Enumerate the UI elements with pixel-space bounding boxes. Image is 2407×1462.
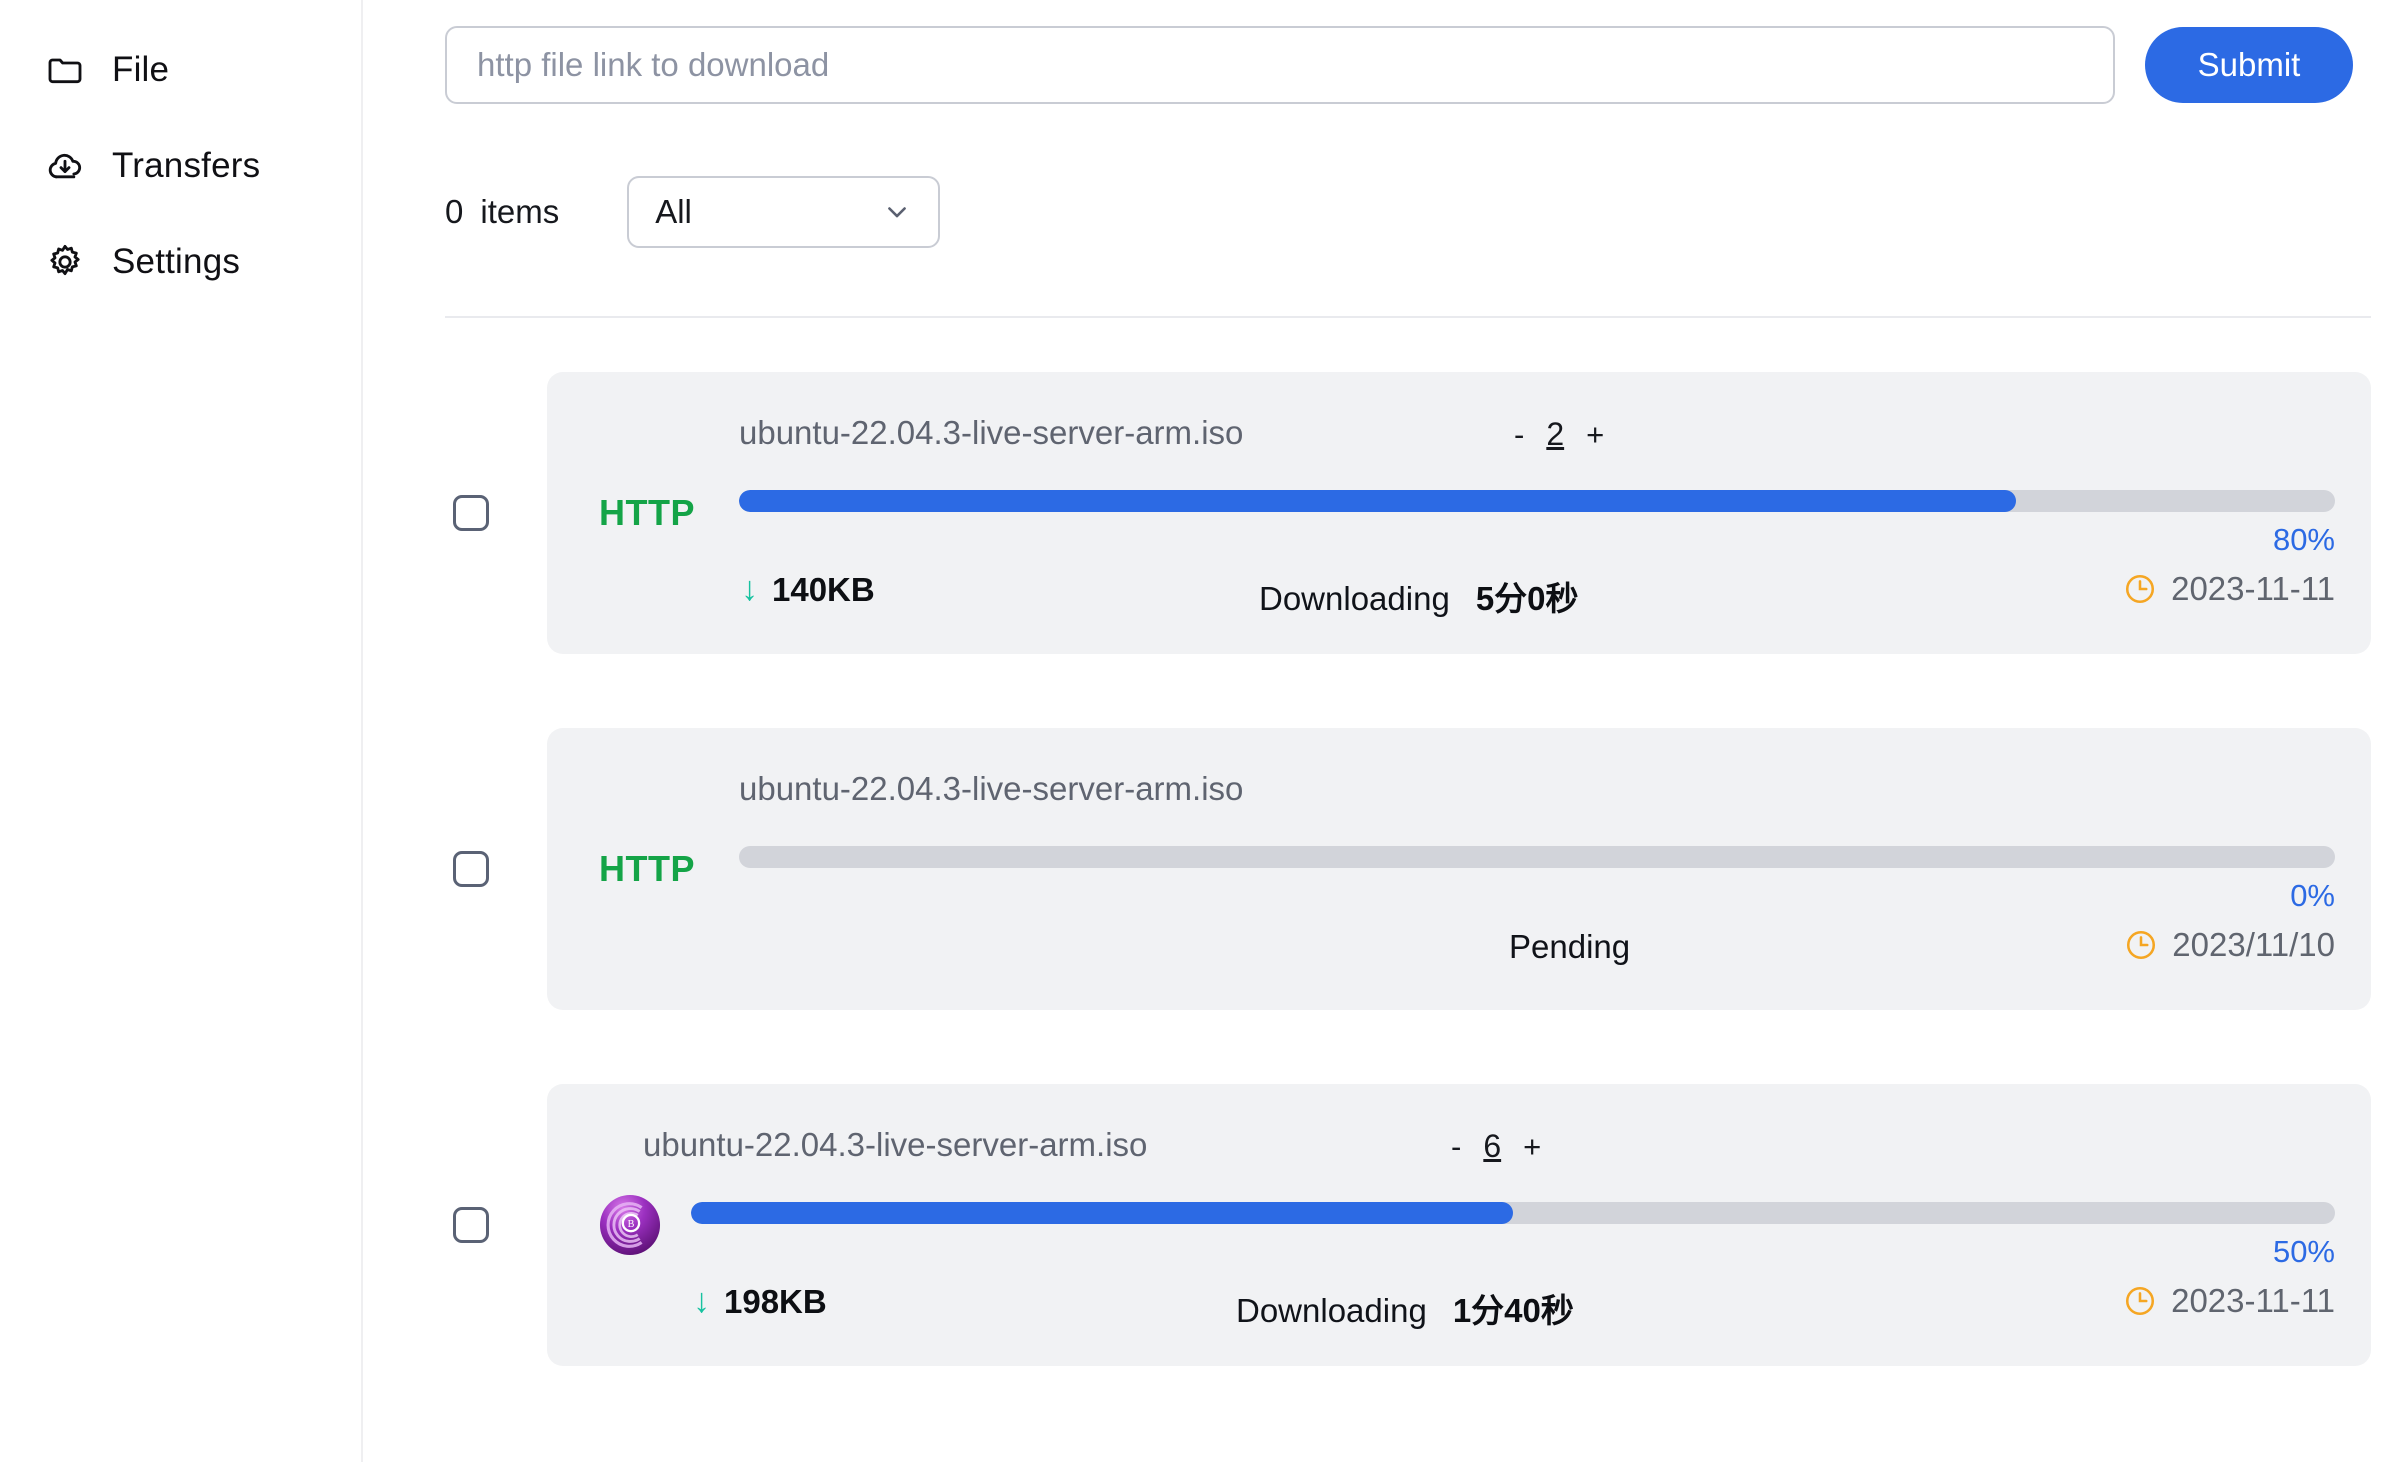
download-date: 2023-11-11 (2123, 1282, 2335, 1320)
download-speed: ↓ 140KB (741, 570, 875, 609)
clock-icon (2124, 928, 2158, 962)
download-arrow-icon: ↓ (693, 1282, 710, 1320)
date-text: 2023/11/10 (2172, 926, 2335, 963)
app-window: File Transfers Settings http file link t… (0, 0, 2407, 1462)
clock-icon (2123, 1284, 2157, 1318)
status-text: Downloading (1259, 580, 1450, 617)
file-name: ubuntu-22.04.3-live-server-arm.iso (739, 770, 1244, 807)
stepper-value[interactable]: 6 (1483, 1128, 1501, 1165)
gear-icon (44, 241, 86, 283)
progress-track[interactable] (691, 1202, 2335, 1224)
url-input[interactable] (445, 26, 2115, 104)
download-speed-value: 198KB (724, 1282, 827, 1320)
progress-area: 0% (739, 846, 2335, 913)
main-content: Submit 0 items All (363, 0, 2407, 1462)
download-body: ubuntu-22.04.3-live-server-arm.iso - 6 + (643, 1084, 2347, 1366)
connection-stepper: - 2 + (1514, 416, 1604, 453)
download-body: ubuntu-22.04.3-live-server-arm.iso 0% Pe… (739, 728, 2347, 1010)
download-date: 2023/11/10 (2124, 926, 2335, 964)
svg-text:B: B (628, 1219, 635, 1230)
select-checkbox[interactable] (453, 1207, 489, 1243)
status-text: Downloading (1236, 1292, 1427, 1329)
sidebar-item-file-label: File (112, 50, 170, 89)
download-card[interactable]: B ubuntu-22.04.3-live-server-arm.iso - 6… (547, 1084, 2371, 1366)
status-eta: 1分40秒 (1452, 1292, 1574, 1329)
download-card[interactable]: HTTP ubuntu-22.04.3-live-server-arm.iso … (547, 372, 2371, 654)
protocol-badge: HTTP (599, 848, 739, 890)
section-divider (445, 316, 2371, 318)
cloud-download-icon (44, 145, 86, 187)
download-header: ubuntu-22.04.3-live-server-arm.iso - 2 + (739, 414, 2347, 458)
status-eta: 5分0秒 (1475, 580, 1579, 617)
http-label: HTTP (599, 848, 695, 889)
connection-stepper: - 6 + (1451, 1128, 1541, 1165)
download-item: HTTP ubuntu-22.04.3-live-server-arm.iso … (445, 372, 2407, 654)
progress-track[interactable] (739, 490, 2335, 512)
file-name: ubuntu-22.04.3-live-server-arm.iso (739, 414, 1244, 451)
download-header: ubuntu-22.04.3-live-server-arm.iso - 6 + (643, 1126, 2347, 1170)
clock-icon (2123, 572, 2157, 606)
download-footer: ↓ 140KB Downloading 5分0秒 2023-11-11 (739, 570, 2335, 618)
status-text: Pending (1509, 928, 1631, 965)
chevron-down-icon (882, 197, 912, 227)
download-item: B ubuntu-22.04.3-live-server-arm.iso - 6… (445, 1084, 2407, 1366)
download-list: HTTP ubuntu-22.04.3-live-server-arm.iso … (445, 372, 2407, 1366)
submit-button[interactable]: Submit (2145, 27, 2353, 103)
sidebar-item-settings[interactable]: Settings (0, 214, 361, 310)
download-date: 2023-11-11 (2123, 570, 2335, 608)
download-status: Downloading 5分0秒 (1259, 572, 1579, 620)
stepper-increment[interactable]: + (1586, 417, 1604, 453)
items-count: 0 (445, 193, 464, 230)
download-status: Downloading 1分40秒 (1236, 1284, 1574, 1332)
stepper-value[interactable]: 2 (1546, 416, 1564, 453)
download-item: HTTP ubuntu-22.04.3-live-server-arm.iso … (445, 728, 2407, 1010)
progress-fill (739, 490, 2016, 512)
download-speed: ↓ 198KB (693, 1282, 827, 1321)
file-name: ubuntu-22.04.3-live-server-arm.iso (643, 1126, 1148, 1163)
download-speed-value: 140KB (772, 570, 875, 608)
download-status: Pending (1509, 928, 1630, 966)
date-text: 2023-11-11 (2171, 1282, 2335, 1319)
http-label: HTTP (599, 492, 695, 533)
stepper-decrement[interactable]: - (1451, 1129, 1461, 1165)
progress-area: 80% (739, 490, 2335, 557)
progress-percent: 0% (2290, 878, 2335, 913)
sidebar-item-file[interactable]: File (0, 22, 361, 118)
download-url-bar: Submit (445, 26, 2407, 104)
download-card[interactable]: HTTP ubuntu-22.04.3-live-server-arm.iso … (547, 728, 2371, 1010)
sidebar-item-transfers-label: Transfers (112, 146, 261, 185)
download-footer: Pending 2023/11/10 (739, 926, 2335, 974)
stepper-increment[interactable]: + (1523, 1129, 1541, 1165)
protocol-badge: HTTP (599, 492, 739, 534)
progress-percent: 80% (2272, 522, 2335, 557)
status-filter-value: All (655, 193, 692, 230)
download-footer: ↓ 198KB Downloading 1分40秒 2023-11-11 (691, 1282, 2335, 1330)
sidebar: File Transfers Settings (0, 0, 363, 1462)
date-text: 2023-11-11 (2171, 570, 2335, 607)
progress-area: 50% (691, 1202, 2335, 1269)
download-header: ubuntu-22.04.3-live-server-arm.iso (739, 770, 2347, 814)
status-filter-select[interactable]: All (627, 176, 941, 248)
select-checkbox[interactable] (453, 495, 489, 531)
select-checkbox[interactable] (453, 851, 489, 887)
folder-icon (44, 49, 86, 91)
items-label: items (480, 193, 560, 230)
progress-fill (691, 1202, 1513, 1224)
progress-track[interactable] (739, 846, 2335, 868)
progress-percent: 50% (2272, 1234, 2335, 1269)
filter-bar: 0 items All (445, 176, 2407, 248)
bittorrent-icon: B (599, 1194, 661, 1256)
download-body: ubuntu-22.04.3-live-server-arm.iso - 2 + (739, 372, 2347, 654)
download-arrow-icon: ↓ (741, 570, 758, 608)
sidebar-item-settings-label: Settings (112, 242, 241, 281)
sidebar-item-transfers[interactable]: Transfers (0, 118, 361, 214)
stepper-decrement[interactable]: - (1514, 417, 1524, 453)
